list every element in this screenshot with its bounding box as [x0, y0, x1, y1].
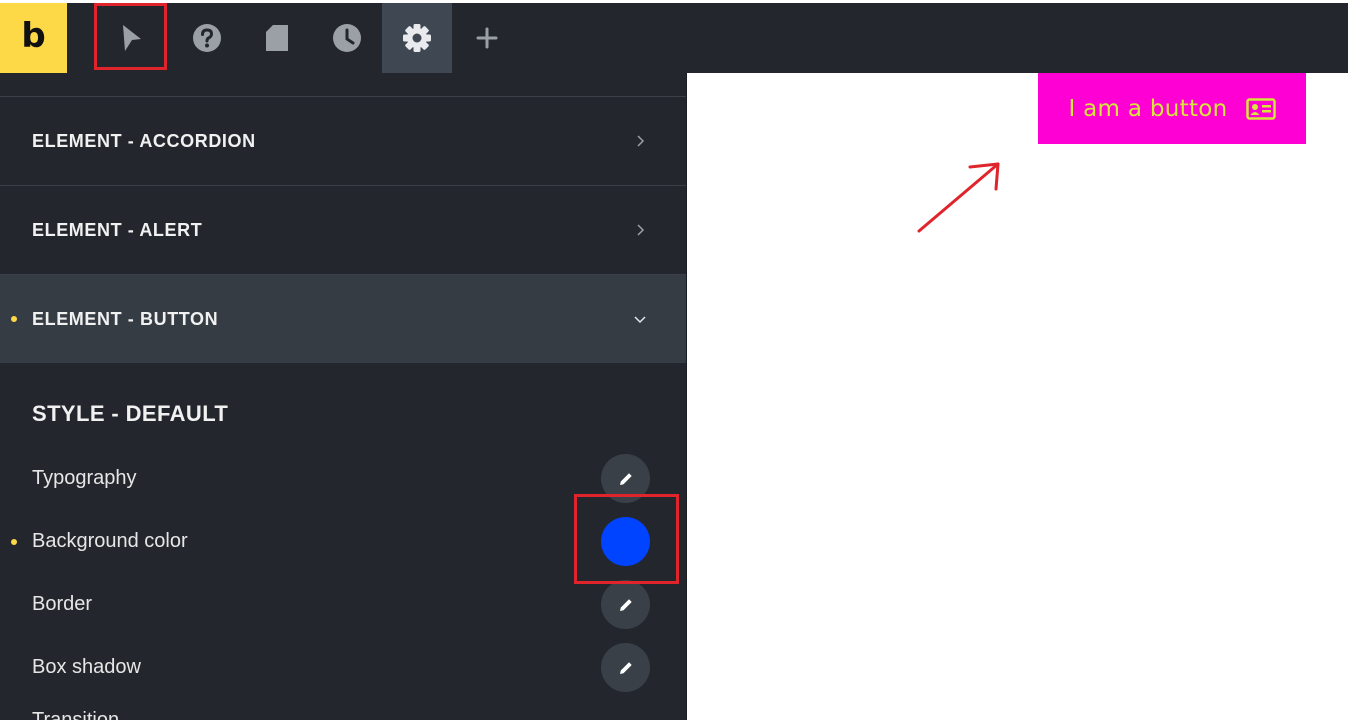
- page-icon: [266, 25, 288, 51]
- control-label-background-color: Background color: [32, 530, 188, 552]
- section-label: ELEMENT - ACCORDION: [32, 130, 256, 151]
- clock-icon: [333, 24, 361, 52]
- logo-text: b: [21, 16, 46, 56]
- panel-edge: [686, 73, 687, 720]
- pencil-icon: [619, 598, 632, 611]
- preview-button-label: I am a button: [1068, 95, 1228, 122]
- pencil-icon: [619, 472, 632, 485]
- modified-indicator: [11, 539, 17, 545]
- modified-indicator: [11, 316, 17, 322]
- gear-icon: [403, 24, 431, 52]
- help-circle-icon: [193, 24, 221, 52]
- highlight-color-swatch: [574, 494, 679, 584]
- revisions-button[interactable]: [312, 3, 382, 73]
- settings-button[interactable]: [382, 3, 452, 73]
- settings-panel: ELEMENT - ACCORDION ELEMENT - ALERT ELEM…: [0, 73, 686, 720]
- section-element-accordion[interactable]: ELEMENT - ACCORDION: [0, 97, 686, 185]
- pages-button[interactable]: [242, 3, 312, 73]
- group-title: STYLE - DEFAULT: [32, 401, 229, 426]
- border-edit-button[interactable]: [601, 580, 650, 629]
- chevron-right-icon: [637, 224, 645, 236]
- control-label-transition: Transition: [32, 709, 120, 720]
- box-shadow-edit-button[interactable]: [601, 643, 650, 692]
- plus-icon: [476, 27, 498, 49]
- control-label-border: Border: [32, 593, 93, 615]
- top-toolbar: b: [0, 3, 1348, 73]
- chevron-down-icon: [634, 316, 646, 324]
- id-card-icon: [1245, 97, 1276, 120]
- section-label: ELEMENT - ALERT: [32, 219, 203, 240]
- control-label-box-shadow: Box shadow: [32, 656, 141, 678]
- add-button[interactable]: [452, 3, 522, 73]
- help-button[interactable]: [172, 3, 242, 73]
- control-label-typography: Typography: [32, 467, 137, 489]
- preview-button[interactable]: I am a button: [1038, 73, 1306, 144]
- section-element-button[interactable]: ELEMENT - BUTTON: [0, 275, 686, 363]
- builder-logo[interactable]: b: [0, 3, 67, 73]
- section-element-alert[interactable]: ELEMENT - ALERT: [0, 186, 686, 274]
- chevron-right-icon: [637, 135, 645, 147]
- pencil-icon: [619, 661, 632, 674]
- section-label: ELEMENT - BUTTON: [32, 308, 219, 329]
- annotation-arrow: [917, 162, 1000, 233]
- highlight-select-tool: [94, 3, 167, 70]
